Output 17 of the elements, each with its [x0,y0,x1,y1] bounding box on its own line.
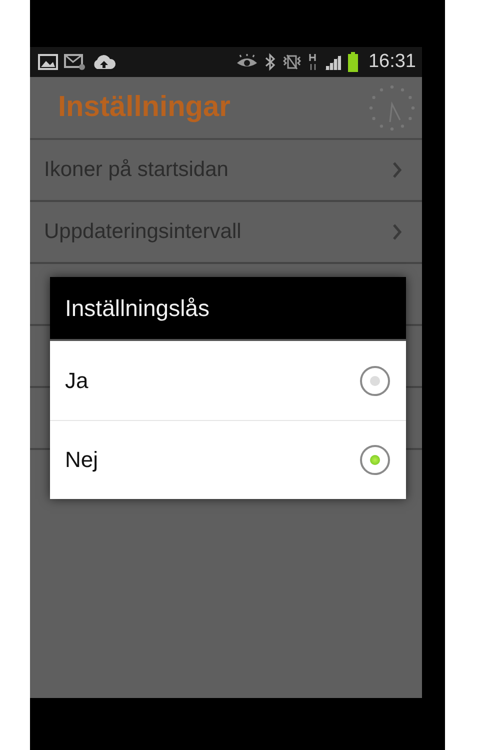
dialog-title: Inställningslås [50,277,406,341]
screen-title: Inställningar [58,91,230,124]
vibrate-icon [282,54,302,70]
status-time: 16:31 [368,51,416,73]
bluetooth-icon [264,53,276,71]
radio-button[interactable] [360,445,390,475]
network-type-icon [308,53,318,71]
chevron-icon [392,161,402,179]
signal-icon [324,54,342,70]
radio-button[interactable] [360,366,390,396]
option-label[interactable]: Nej [65,447,98,473]
option-label[interactable]: Ja [65,368,88,394]
mail-icon [64,54,86,70]
battery-icon [348,52,358,72]
picture-icon [38,54,58,70]
cloud-upload-icon [92,54,116,70]
chevron-icon [392,223,402,241]
